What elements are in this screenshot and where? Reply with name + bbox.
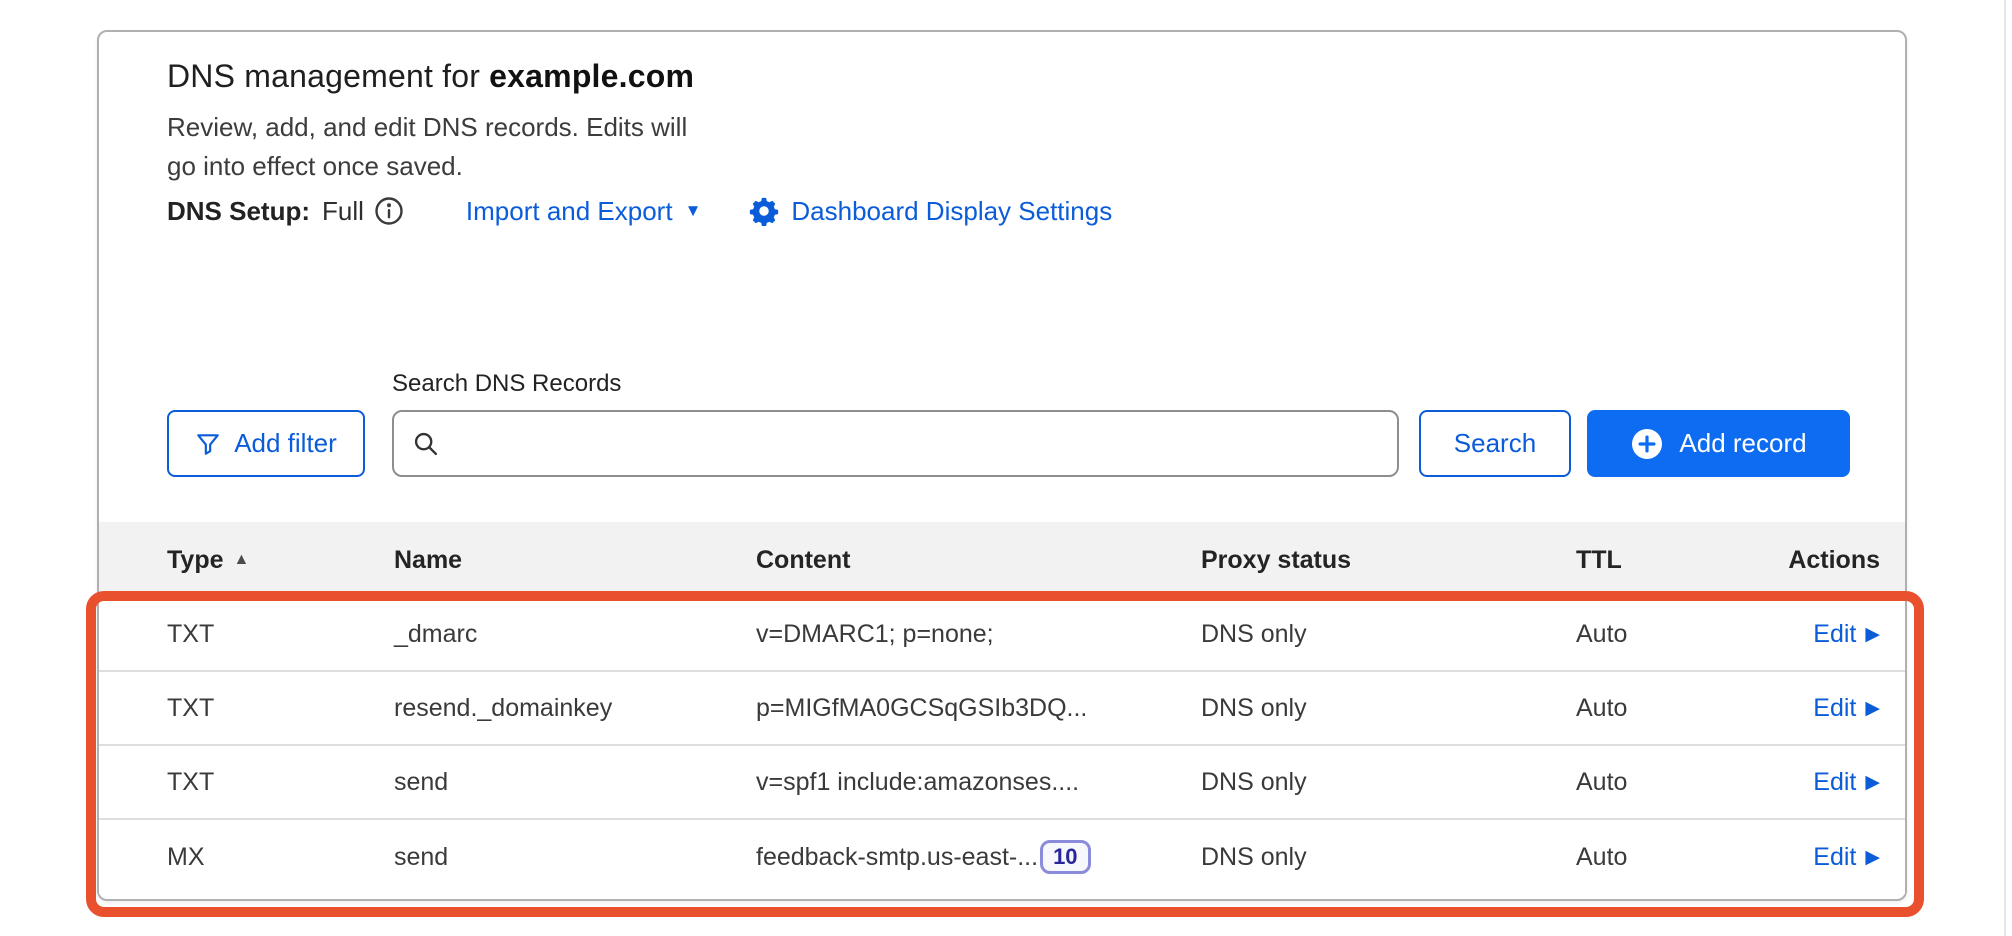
cell-content: feedback-smtp.us-east-... 10 (756, 840, 1201, 874)
dns-setup-value: Full (322, 196, 364, 227)
filter-icon (195, 431, 221, 457)
edit-label: Edit (1813, 768, 1856, 797)
edit-record-link[interactable]: Edit ▶ (1813, 694, 1880, 723)
window-edge-line (2004, 0, 2006, 936)
column-header-type-label: Type (167, 546, 224, 575)
edit-record-link[interactable]: Edit ▶ (1813, 768, 1880, 797)
cell-ttl: Auto (1576, 694, 1704, 723)
cell-content: p=MIGfMA0GCSqGSIb3DQ... (756, 694, 1201, 723)
cell-name: send (394, 843, 756, 872)
edit-label: Edit (1813, 694, 1856, 723)
add-filter-label: Add filter (234, 428, 337, 459)
dashboard-display-settings-label: Dashboard Display Settings (791, 196, 1112, 227)
add-filter-button[interactable]: Add filter (167, 410, 365, 477)
column-header-name: Name (394, 546, 756, 575)
table-row: TXT _dmarc v=DMARC1; p=none; DNS only Au… (99, 598, 1905, 672)
search-button-label: Search (1454, 428, 1536, 459)
search-input[interactable] (452, 412, 1397, 475)
cell-type: TXT (167, 620, 394, 649)
cell-type: TXT (167, 768, 394, 797)
description-line-2: go into effect once saved. (167, 147, 687, 186)
column-header-actions: Actions (1704, 546, 1880, 575)
cell-proxy-status: DNS only (1201, 843, 1576, 872)
edit-arrow-icon: ▶ (1865, 697, 1880, 720)
edit-arrow-icon: ▶ (1865, 623, 1880, 646)
edit-label: Edit (1813, 620, 1856, 649)
page-title: DNS management for example.com (167, 56, 694, 96)
table-row: TXT resend._domainkey p=MIGfMA0GCSqGSIb3… (99, 672, 1905, 746)
cell-proxy-status: DNS only (1201, 620, 1576, 649)
column-header-content: Content (756, 546, 1201, 575)
cell-content-text: feedback-smtp.us-east-... (756, 843, 1038, 872)
table-header-row: Type ▲ Name Content Proxy status TTL Act… (99, 522, 1905, 598)
page-description: Review, add, and edit DNS records. Edits… (167, 108, 687, 186)
cell-content: v=DMARC1; p=none; (756, 620, 1201, 649)
edit-label: Edit (1813, 843, 1856, 872)
cell-proxy-status: DNS only (1201, 694, 1576, 723)
cell-ttl: Auto (1576, 768, 1704, 797)
search-button[interactable]: Search (1419, 410, 1571, 477)
table-row: TXT send v=spf1 include:amazonses.... DN… (99, 746, 1905, 820)
cell-content: v=spf1 include:amazonses.... (756, 768, 1201, 797)
cell-name: send (394, 768, 756, 797)
search-label: Search DNS Records (392, 370, 621, 398)
description-line-1: Review, add, and edit DNS records. Edits… (167, 108, 687, 147)
dns-records-table: Type ▲ Name Content Proxy status TTL Act… (99, 522, 1905, 894)
cell-proxy-status: DNS only (1201, 768, 1576, 797)
search-icon (412, 430, 440, 458)
cell-type: MX (167, 843, 394, 872)
cell-name: resend._domainkey (394, 694, 756, 723)
cell-name: _dmarc (394, 620, 756, 649)
dns-setup-label: DNS Setup: (167, 196, 310, 227)
plus-circle-icon (1630, 427, 1664, 461)
add-record-button[interactable]: Add record (1587, 410, 1850, 477)
sort-ascending-icon: ▲ (234, 551, 250, 569)
column-header-type[interactable]: Type ▲ (167, 546, 394, 575)
import-export-label: Import and Export (466, 196, 673, 227)
chevron-down-icon: ▼ (685, 201, 702, 221)
column-header-proxy-status: Proxy status (1201, 546, 1576, 575)
search-input-wrapper (392, 410, 1399, 477)
title-domain: example.com (489, 58, 694, 94)
title-prefix: DNS management for (167, 58, 489, 94)
edit-record-link[interactable]: Edit ▶ (1813, 843, 1880, 872)
add-record-label: Add record (1679, 428, 1806, 459)
mx-priority-badge: 10 (1040, 840, 1090, 874)
import-export-link[interactable]: Import and Export ▼ (466, 196, 701, 227)
cell-ttl: Auto (1576, 843, 1704, 872)
gear-icon (749, 196, 779, 226)
cell-type: TXT (167, 694, 394, 723)
dashboard-display-settings-link[interactable]: Dashboard Display Settings (749, 196, 1112, 227)
edit-record-link[interactable]: Edit ▶ (1813, 620, 1880, 649)
cell-ttl: Auto (1576, 620, 1704, 649)
table-row: MX send feedback-smtp.us-east-... 10 DNS… (99, 820, 1905, 894)
edit-arrow-icon: ▶ (1865, 846, 1880, 869)
edit-arrow-icon: ▶ (1865, 771, 1880, 794)
column-header-ttl: TTL (1576, 546, 1704, 575)
info-icon[interactable] (374, 196, 404, 226)
dns-management-card: DNS management for example.com Review, a… (97, 30, 1907, 901)
dns-setup-row: DNS Setup: Full Import and Export ▼ Dash… (167, 190, 1112, 232)
